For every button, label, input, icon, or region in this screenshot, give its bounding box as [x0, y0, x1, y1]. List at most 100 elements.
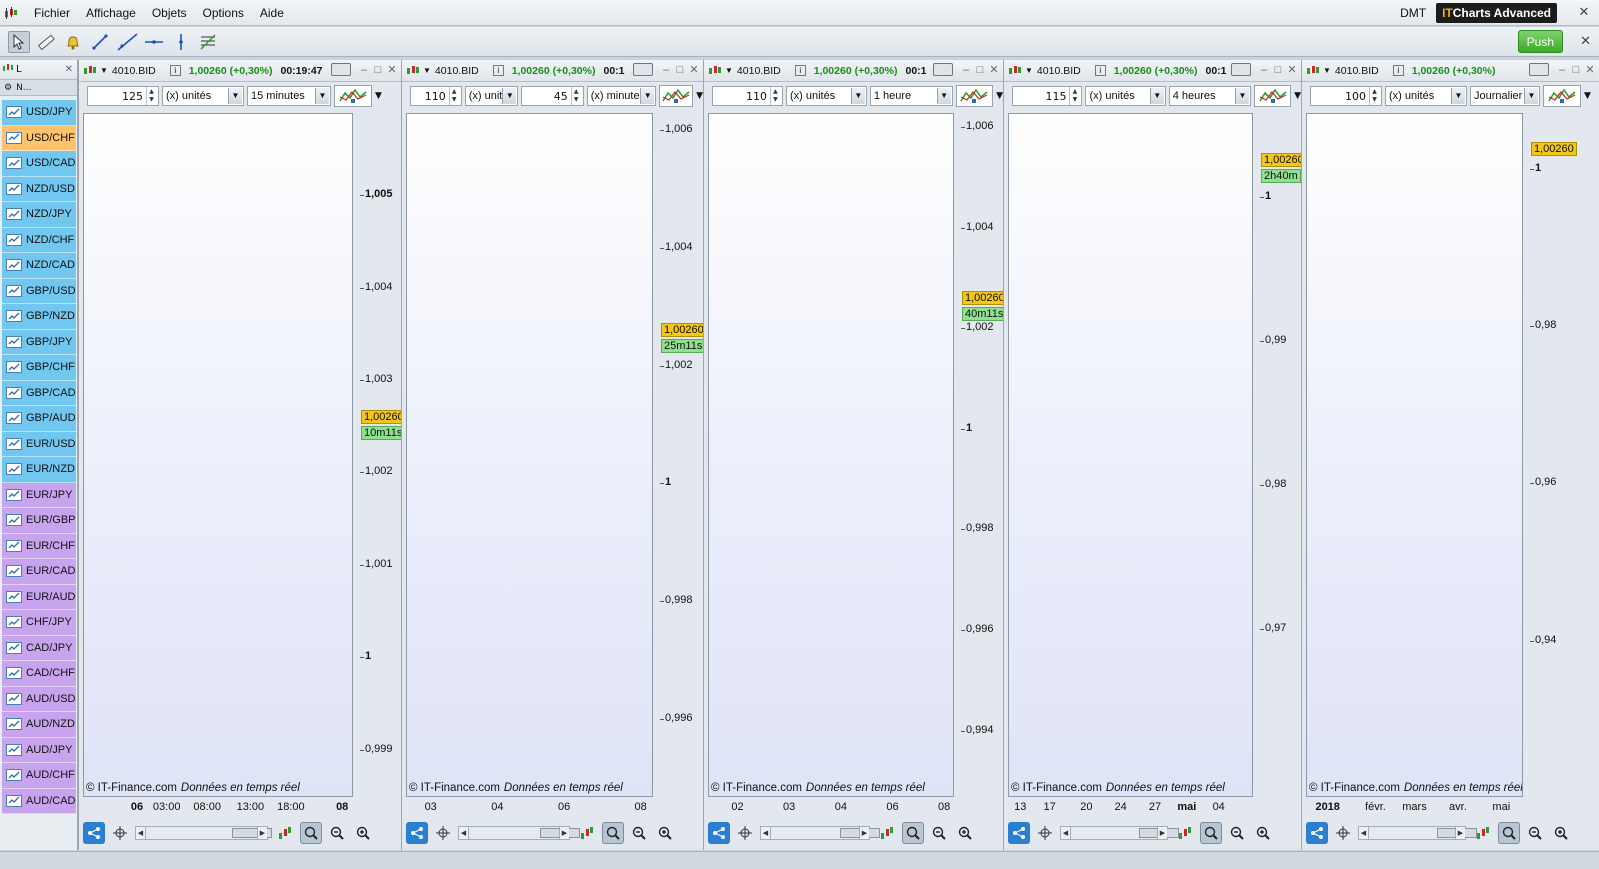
- chevron-down-icon[interactable]: ▼: [1524, 88, 1538, 104]
- timeframe-select[interactable]: 15 minutes ▼: [247, 86, 331, 106]
- fibonacci-tool-icon[interactable]: [197, 31, 219, 53]
- chart-symbol[interactable]: 4010.BID: [435, 65, 479, 77]
- units-select[interactable]: (x) unités ▼: [1085, 86, 1166, 106]
- info-icon[interactable]: i: [1392, 65, 1404, 76]
- chevron-down-icon[interactable]: ▼: [228, 88, 242, 104]
- chart-plot-area[interactable]: © IT-Finance.com Données en temps réel: [406, 113, 653, 797]
- indicators-button[interactable]: [659, 85, 694, 107]
- y-axis[interactable]: 1 0,98 0,96 0,94 1,00260: [1529, 113, 1599, 797]
- units-select[interactable]: (x) unit... ▼: [464, 86, 519, 106]
- maximize-icon[interactable]: □: [1569, 64, 1583, 76]
- zoom-in-icon[interactable]: [1550, 822, 1572, 844]
- minimize-icon[interactable]: –: [959, 64, 973, 76]
- share-icon[interactable]: [83, 822, 105, 844]
- period-stepper[interactable]: 45 ▲ ▼: [521, 86, 584, 106]
- scroll-right-icon[interactable]: ▶: [257, 827, 267, 839]
- x-axis[interactable]: 02 03 04 06 08: [708, 800, 954, 816]
- zoom-out-icon[interactable]: [1226, 822, 1248, 844]
- maximize-icon[interactable]: □: [1271, 64, 1285, 76]
- watchlist-item[interactable]: EUR/NZD: [2, 457, 76, 483]
- watchlist-item[interactable]: NZD/CAD: [2, 253, 76, 279]
- close-icon[interactable]: ✕: [1285, 63, 1299, 76]
- zoom-fit-icon[interactable]: [1498, 822, 1520, 844]
- indicators-dropdown-icon[interactable]: ▼: [1584, 91, 1591, 101]
- zoom-in-icon[interactable]: [352, 822, 374, 844]
- crosshair-icon[interactable]: [1034, 822, 1056, 844]
- watchlist-close-icon[interactable]: ✕: [65, 64, 73, 75]
- ruler-tool-icon[interactable]: [35, 31, 57, 53]
- chevron-down-icon[interactable]: ▼: [640, 88, 655, 104]
- watchlist-item[interactable]: USD/CHF: [2, 125, 76, 151]
- zoom-in-icon[interactable]: [654, 822, 676, 844]
- watchlist-item[interactable]: EUR/JPY: [2, 482, 76, 508]
- keyboard-icon[interactable]: [1529, 63, 1549, 76]
- minimize-icon[interactable]: –: [357, 64, 371, 76]
- watchlist-item[interactable]: AUD/JPY: [2, 737, 76, 763]
- auto-scale-icon[interactable]: [274, 822, 296, 844]
- chart-plot-area[interactable]: © IT-Finance.com Données en temps réel: [83, 113, 353, 797]
- info-icon[interactable]: i: [492, 65, 504, 76]
- chart-scrollbar[interactable]: ◀ ▶: [1060, 826, 1179, 840]
- x-axis[interactable]: 06 03:00 08:00 13:00 18:00 08: [83, 800, 353, 816]
- info-icon[interactable]: i: [1094, 65, 1106, 76]
- chart-scrollbar[interactable]: ◀ ▶: [1358, 826, 1477, 840]
- scroll-left-icon[interactable]: ◀: [1359, 827, 1369, 839]
- chevron-down-icon[interactable]: ▼: [1451, 88, 1465, 104]
- zoom-in-icon[interactable]: [954, 822, 976, 844]
- zoom-out-icon[interactable]: [628, 822, 650, 844]
- minimize-icon[interactable]: –: [1257, 64, 1271, 76]
- line-tool-icon[interactable]: [89, 31, 111, 53]
- stepper-arrows-icon[interactable]: ▲ ▼: [146, 87, 156, 105]
- stepper-arrows-icon[interactable]: ▲ ▼: [448, 87, 459, 105]
- watchlist-item[interactable]: CAD/JPY: [2, 635, 76, 661]
- chevron-down-icon[interactable]: ▼: [850, 88, 865, 104]
- ray-tool-icon[interactable]: [116, 31, 138, 53]
- watchlist-item[interactable]: EUR/USD: [2, 431, 76, 457]
- timeframe-select[interactable]: 4 heures ▼: [1168, 86, 1251, 106]
- keyboard-icon[interactable]: [1231, 63, 1251, 76]
- chart-type-icon[interactable]: ▼: [708, 65, 733, 77]
- chart-scrollbar[interactable]: ◀ ▶: [135, 826, 272, 840]
- stepper-arrows-icon[interactable]: ▲ ▼: [1369, 87, 1379, 105]
- close-icon[interactable]: ✕: [1583, 63, 1597, 76]
- minimize-icon[interactable]: –: [1555, 64, 1569, 76]
- zoom-fit-icon[interactable]: [300, 822, 322, 844]
- x-axis[interactable]: 03 04 06 08: [406, 800, 653, 816]
- menu-aide[interactable]: Aide: [252, 6, 292, 20]
- watchlist-item[interactable]: NZD/USD: [2, 176, 76, 202]
- scroll-left-icon[interactable]: ◀: [761, 827, 771, 839]
- indicators-button[interactable]: [1253, 85, 1292, 107]
- chart-type-icon[interactable]: ▼: [1306, 65, 1331, 77]
- watchlist-item[interactable]: NZD/JPY: [2, 202, 76, 228]
- indicators-dropdown-icon[interactable]: ▼: [996, 91, 1003, 101]
- zoom-out-icon[interactable]: [326, 822, 348, 844]
- crosshair-icon[interactable]: [432, 822, 454, 844]
- chevron-down-icon[interactable]: ▼: [502, 88, 517, 104]
- chart-symbol[interactable]: 4010.BID: [737, 65, 781, 77]
- watchlist-settings-icon[interactable]: ⚙: [4, 83, 12, 93]
- maximize-icon[interactable]: □: [371, 64, 385, 76]
- keyboard-icon[interactable]: [633, 63, 653, 76]
- info-icon[interactable]: i: [794, 65, 806, 76]
- units-select[interactable]: (x) unités ▼: [785, 86, 867, 106]
- bar-count-stepper[interactable]: 110 ▲ ▼: [712, 86, 783, 106]
- crosshair-icon[interactable]: [734, 822, 756, 844]
- chart-symbol[interactable]: 4010.BID: [1335, 65, 1379, 77]
- stepper-arrows-icon[interactable]: ▲ ▼: [570, 87, 581, 105]
- y-axis[interactable]: 1,006 1,004 1,002 1 0,998 0,996 1,00260 25m11s: [659, 113, 707, 797]
- watchlist-item[interactable]: EUR/CAD: [2, 559, 76, 585]
- minimize-icon[interactable]: –: [659, 64, 673, 76]
- chart-plot-area[interactable]: © IT-Finance.com Données en temps réel: [1008, 113, 1253, 797]
- keyboard-icon[interactable]: [331, 63, 351, 76]
- zoom-out-icon[interactable]: [928, 822, 950, 844]
- watchlist-item[interactable]: GBP/AUD: [2, 406, 76, 432]
- indicators-dropdown-icon[interactable]: ▼: [375, 91, 382, 101]
- indicators-button[interactable]: [334, 85, 372, 107]
- timeframe-select[interactable]: Journalier ▼: [1470, 86, 1540, 106]
- maximize-icon[interactable]: □: [673, 64, 687, 76]
- watchlist-item[interactable]: NZD/CHF: [2, 227, 76, 253]
- pointer-tool-icon[interactable]: [8, 30, 30, 53]
- menu-options[interactable]: Options: [195, 6, 252, 20]
- menu-affichage[interactable]: Affichage: [78, 6, 144, 20]
- chart-plot-area[interactable]: © IT-Finance.com Données en temps réel: [708, 113, 954, 797]
